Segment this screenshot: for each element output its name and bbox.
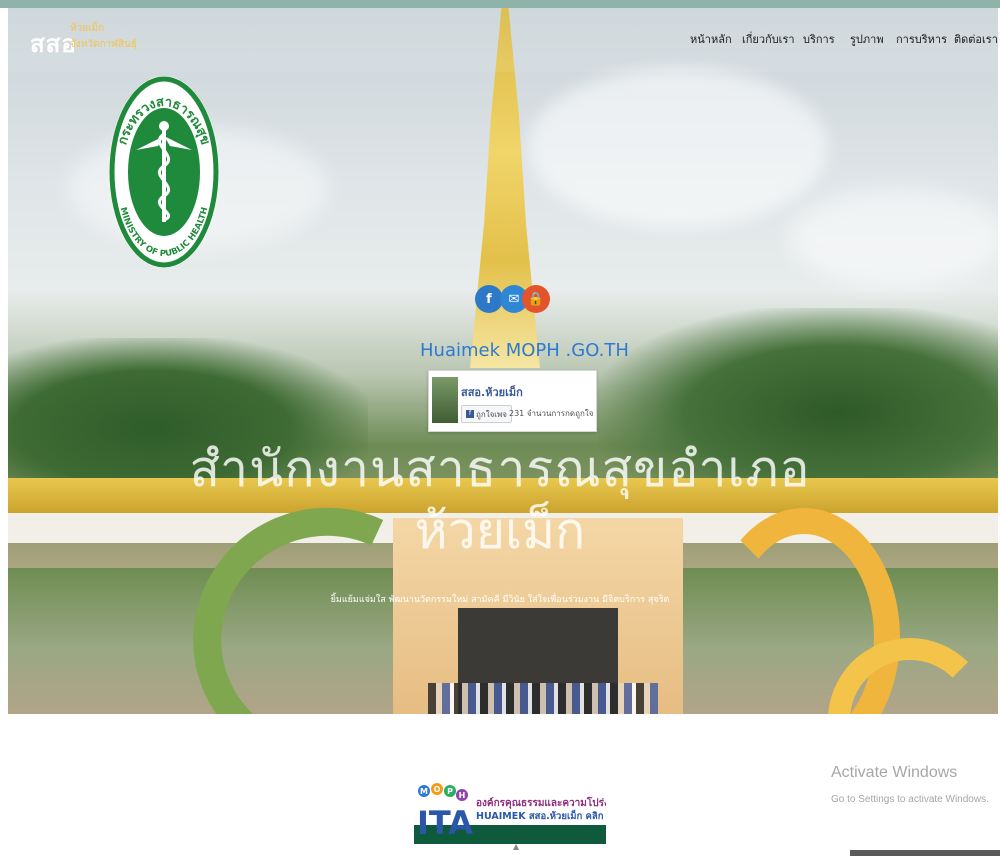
windows-activation-hint: Go to Settings to activate Windows. xyxy=(831,794,989,805)
hero-motto: ยิ้มแย้มแจ่มใส พัฒนานวัตกรรมใหม่ สามัคคี… xyxy=(330,595,670,605)
nav-management[interactable]: การบริหาร xyxy=(896,30,947,48)
facebook-page-name[interactable]: สสอ.ห้วยเม็ก xyxy=(461,383,523,401)
ita-banner-link[interactable]: M O P H ITA องค์กรคุณธรรมและความโปร่งใส … xyxy=(414,782,606,844)
top-strip xyxy=(0,0,1000,8)
facebook-page-thumbnail[interactable] xyxy=(432,377,458,423)
hero-title-line2: ห้วยเม็ก xyxy=(414,502,586,560)
nav-services[interactable]: บริการ xyxy=(803,30,835,48)
lock-icon[interactable]: 🔒 xyxy=(522,285,550,313)
nav-gallery[interactable]: รูปภาพ xyxy=(850,30,884,48)
windows-activation-title: Activate Windows xyxy=(831,764,958,781)
svg-text:H: H xyxy=(459,791,466,800)
pointer-caret-icon: ▲ xyxy=(513,842,520,851)
ita-line2: HUAIMEK สสอ.ห้วยเม็ก คลิก xyxy=(476,809,604,822)
main-menu: หน้าหลัก เกี่ยวกับเรา บริการ รูปภาพ การบ… xyxy=(8,30,998,50)
facebook-like-count: 231 จำนวนการกดถูกใจ xyxy=(509,409,594,418)
svg-text:M: M xyxy=(420,787,428,796)
ita-logo-text: ITA xyxy=(417,804,473,842)
svg-text:O: O xyxy=(434,785,441,794)
ita-line1: องค์กรคุณธรรมและความโปร่งใส xyxy=(476,796,606,809)
nav-contact[interactable]: ติดต่อเรา xyxy=(954,30,998,48)
staff-group-photo xyxy=(428,683,658,714)
moph-logo: กระทรวงสาธารณสุข MINISTRY OF PUBLIC HEAL… xyxy=(109,76,219,268)
nav-home[interactable]: หน้าหลัก xyxy=(690,30,732,48)
corner-widget xyxy=(850,850,1000,856)
svg-text:P: P xyxy=(447,787,453,796)
nav-about[interactable]: เกี่ยวกับเรา xyxy=(742,30,795,48)
facebook-page-widget[interactable]: สสอ.ห้วยเม็ก f ถูกใจเพจ 231 จำนวนการกดถู… xyxy=(428,370,597,432)
site-name-link[interactable]: Huaimek MOPH .GO.TH xyxy=(420,340,629,361)
navbar: สสอ ห้วยเม็ก จังหวัดกาฬสินธุ์ หน้าหลัก เ… xyxy=(8,8,998,72)
facebook-like-button[interactable]: f ถูกใจเพจ xyxy=(461,405,512,423)
facebook-like-label: ถูกใจเพจ xyxy=(476,409,507,419)
facebook-icon[interactable]: f xyxy=(475,285,503,313)
facebook-small-icon: f xyxy=(466,410,474,418)
